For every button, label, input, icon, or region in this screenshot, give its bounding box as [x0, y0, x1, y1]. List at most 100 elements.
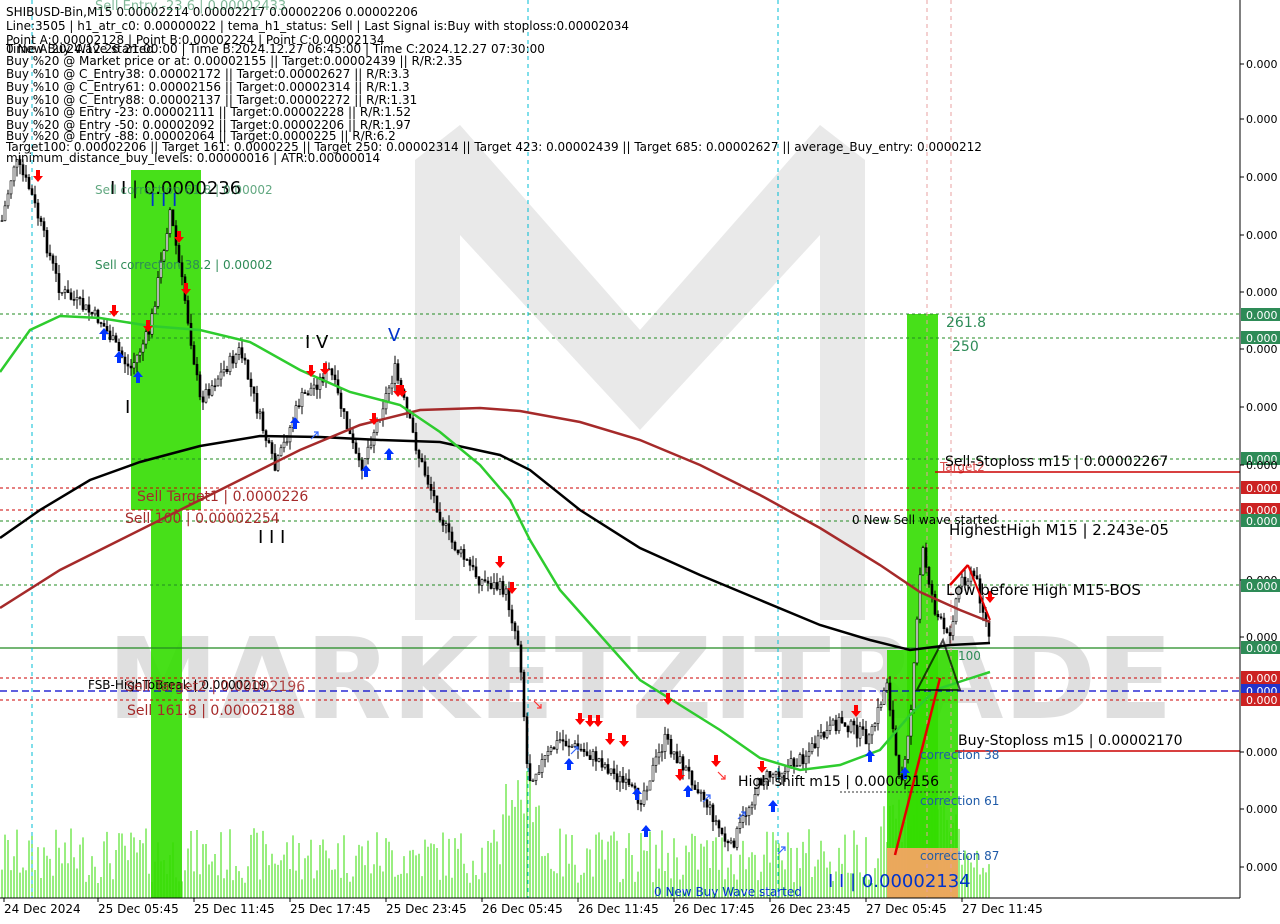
- candle-body: [186, 300, 190, 324]
- candle-body: [855, 724, 859, 739]
- candle-body: [813, 743, 817, 749]
- highest-high-label: HighestHigh M15 | 2.243e-05: [949, 521, 1169, 539]
- candle-body: [231, 355, 235, 364]
- candle-body: [30, 188, 34, 195]
- candle-body: [720, 827, 724, 835]
- sell-correction-mid-label: Sell correction 38.2 | 0.00002: [95, 258, 273, 272]
- candle-body: [195, 363, 199, 376]
- candle-body: [753, 794, 757, 806]
- candle-body: [240, 347, 244, 359]
- candle-body: [930, 583, 934, 595]
- price-chart[interactable]: MARKETZITRADE SHIBUSD-Bin,M15 0.00002214…: [0, 0, 1280, 920]
- candle-body: [9, 180, 13, 195]
- candle-body: [345, 411, 349, 430]
- candle-body: [726, 841, 730, 844]
- candle-body: [381, 408, 385, 420]
- price-tag-label: 0.000: [1246, 482, 1278, 495]
- candle-body: [906, 735, 910, 760]
- candle-body: [444, 523, 448, 526]
- candle-body: [663, 733, 667, 752]
- candle-body: [678, 756, 682, 764]
- candle-body: [510, 609, 514, 624]
- high-shift-label: High shift m15 | 0.00002156: [738, 774, 939, 790]
- candle-body: [246, 359, 250, 380]
- candle-body: [105, 326, 109, 332]
- candle-body: [489, 583, 493, 589]
- candle-body: [366, 446, 370, 459]
- header-line-12: minimum_distance_buy_levels: 0.00000016 …: [6, 151, 380, 165]
- time-tick-label: 26 Dec 23:45: [770, 902, 851, 916]
- candle-body: [156, 277, 160, 307]
- candle-body: [153, 306, 157, 315]
- candle-body: [927, 566, 931, 585]
- sell-100-label: Sell 100 | 0.00002254: [125, 511, 280, 527]
- sell-stoploss-label: Sell-Stoploss m15 | 0.00002267: [945, 454, 1168, 470]
- candle-body: [603, 764, 607, 768]
- candle-body: [915, 618, 919, 664]
- candle-body: [498, 581, 502, 590]
- candle-body: [69, 292, 73, 300]
- candle-body: [600, 758, 604, 768]
- wave-i-label: I: [125, 397, 130, 418]
- candle-body: [90, 311, 94, 315]
- time-tick-label: 24 Dec 2024: [4, 902, 81, 916]
- candle-body: [627, 778, 631, 785]
- price-tick-label: 0.000: [1246, 343, 1278, 356]
- time-tick-label: 25 Dec 17:45: [290, 902, 371, 916]
- candle-body: [816, 735, 820, 749]
- candle-body: [66, 289, 70, 294]
- candle-body: [243, 357, 247, 361]
- candle-body: [537, 772, 541, 775]
- candle-body: [471, 564, 475, 568]
- candle-body: [564, 740, 568, 747]
- candle-body: [429, 484, 433, 491]
- candle-body: [591, 751, 595, 760]
- candle-body: [357, 452, 361, 461]
- candle-body: [828, 724, 832, 731]
- candle-body: [342, 408, 346, 412]
- candle-body: [300, 392, 304, 408]
- candle-body: [201, 396, 205, 403]
- candle-body: [276, 455, 280, 471]
- header-line-4: Buy %20 @ Market price or at: 0.00002155…: [6, 54, 463, 68]
- candle-body: [138, 351, 142, 356]
- candle-body: [288, 427, 292, 443]
- bottom-wave-label: I I | 0.00002134: [828, 871, 971, 892]
- candle-body: [426, 474, 430, 485]
- candle-body: [561, 739, 565, 742]
- buy-stoploss-label: Buy-Stoploss m15 | 0.00002170: [958, 733, 1183, 749]
- time-tick-label: 25 Dec 05:45: [98, 902, 179, 916]
- price-tick-label: 0.000: [1246, 58, 1278, 71]
- candle-body: [531, 780, 535, 782]
- wave-v-label: V: [388, 325, 401, 346]
- time-tick-label: 27 Dec 05:45: [866, 902, 947, 916]
- candle-body: [645, 789, 649, 792]
- candle-body: [834, 719, 838, 732]
- candle-body: [552, 747, 556, 750]
- candle-body: [132, 362, 136, 369]
- candle-body: [39, 217, 43, 222]
- correction-38-label: correction 38: [920, 748, 999, 762]
- candle-body: [477, 576, 481, 586]
- candle-body: [570, 746, 574, 748]
- candle-body: [54, 263, 58, 274]
- candle-body: [918, 574, 922, 620]
- candle-body: [282, 441, 286, 449]
- candle-body: [255, 393, 259, 414]
- candle-body: [543, 755, 547, 760]
- candle-body: [864, 729, 868, 745]
- candle-body: [432, 490, 436, 497]
- candle-body: [876, 707, 880, 724]
- candle-body: [168, 209, 172, 234]
- candle-body: [618, 775, 622, 783]
- candle-body: [165, 233, 169, 251]
- candle-body: [708, 804, 712, 808]
- candle-body: [141, 343, 145, 353]
- candle-body: [21, 164, 25, 176]
- candle-body: [549, 747, 553, 752]
- candle-body: [27, 177, 31, 189]
- price-tick-label: 0.000: [1246, 459, 1278, 472]
- candle-body: [696, 789, 700, 794]
- candle-body: [237, 347, 241, 355]
- candle-body: [462, 549, 466, 560]
